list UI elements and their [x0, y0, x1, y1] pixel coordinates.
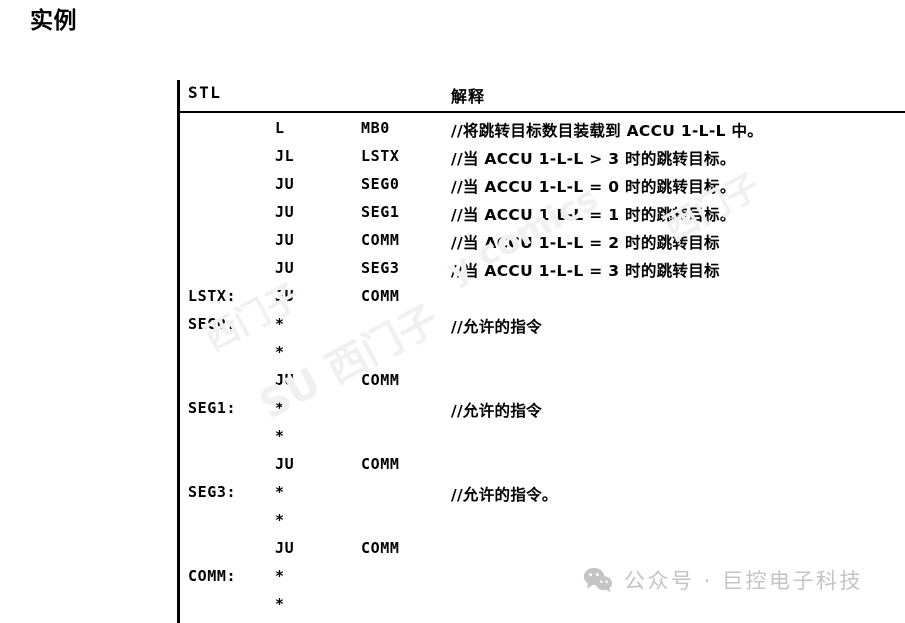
cell-comment: //当 ACCU 1-L-L = 1 时的跳转目标。: [451, 206, 736, 224]
table-row: *: [180, 341, 905, 369]
cell-operation: *: [275, 511, 285, 529]
table-row: LSTX: JU COMM: [180, 285, 905, 313]
cell-operand: MB0: [361, 119, 390, 137]
table-row: JU SEG1 //当 ACCU 1-L-L = 1 时的跳转目标。: [180, 201, 905, 229]
table-row: SEG1: * //允许的指令: [180, 397, 905, 425]
table-row: *: [180, 593, 905, 621]
cell-operation: JU: [275, 231, 295, 249]
cell-operation: JU: [275, 287, 295, 305]
table-row: JU COMM: [180, 453, 905, 481]
cell-comment: //将跳转目标数目装载到 ACCU 1-L-L 中。: [451, 122, 764, 140]
table-row: JU SEG0 //当 ACCU 1-L-L = 0 时的跳转目标。: [180, 173, 905, 201]
cell-operand: SEG0: [361, 175, 400, 193]
table-row: JU COMM: [180, 537, 905, 565]
cell-operand: SEG3: [361, 259, 400, 277]
cell-comment: //当 ACCU 1-L-L = 0 时的跳转目标。: [451, 178, 736, 196]
cell-operation: *: [275, 343, 285, 361]
document-page: 实例 STL 解释 L MB0 //将跳转目标数目装载到 ACCU 1-L-L 中。…: [0, 0, 905, 623]
table-row: L MB0 //将跳转目标数目装载到 ACCU 1-L-L 中。: [180, 117, 905, 145]
cell-operation: *: [275, 483, 285, 501]
cell-operation: JU: [275, 203, 295, 221]
column-header-description: 解释: [451, 87, 486, 106]
cell-comment: //当 ACCU 1-L-L = 3 时的跳转目标: [451, 262, 720, 280]
cell-operation: JU: [275, 371, 295, 389]
cell-operation: *: [275, 315, 285, 333]
cell-comment: //允许的指令: [451, 318, 542, 336]
cell-operation: *: [275, 595, 285, 613]
cell-comment: //允许的指令。: [451, 486, 558, 504]
cell-label: COMM:: [188, 567, 237, 585]
cell-operation: JL: [275, 147, 295, 165]
column-header-stl: STL: [188, 83, 222, 102]
cell-label: SEG0:: [188, 315, 237, 333]
cell-operation: *: [275, 399, 285, 417]
cell-operation: JU: [275, 259, 295, 277]
cell-operation: *: [275, 567, 285, 585]
table-row: JU COMM //当 ACCU 1-L-L = 2 时的跳转目标: [180, 229, 905, 257]
table-row: SEG0: * //允许的指令: [180, 313, 905, 341]
page-title: 实例: [30, 8, 77, 34]
cell-operand: LSTX: [361, 147, 400, 165]
cell-label: SEG3:: [188, 483, 237, 501]
cell-label: LSTX:: [188, 287, 237, 305]
table-row: JU SEG3 //当 ACCU 1-L-L = 3 时的跳转目标: [180, 257, 905, 285]
cell-operation: *: [275, 427, 285, 445]
cell-operation: JU: [275, 455, 295, 473]
footer-brand-text: 公众号 · 巨控电子科技: [624, 569, 864, 593]
cell-operation: JU: [275, 175, 295, 193]
cell-operand: COMM: [361, 287, 400, 305]
cell-operation: L: [275, 119, 285, 137]
cell-operand: COMM: [361, 539, 400, 557]
table-row: JU COMM: [180, 369, 905, 397]
cell-comment: //允许的指令: [451, 402, 542, 420]
cell-operand: COMM: [361, 455, 400, 473]
table-row: SEG3: * //允许的指令。: [180, 481, 905, 509]
table-header-row: STL 解释: [180, 80, 905, 113]
cell-operand: COMM: [361, 231, 400, 249]
table-row: JL LSTX //当 ACCU 1-L-L > 3 时的跳转目标。: [180, 145, 905, 173]
table-body: L MB0 //将跳转目标数目装载到 ACCU 1-L-L 中。 JL LSTX //当 …: [180, 113, 905, 621]
stl-code-table: STL 解释 L MB0//将跳转目标数目装载到 ACCU 1-L-L 中。 JL L…: [177, 80, 905, 623]
table-row: *: [180, 509, 905, 537]
footer-brand: 公众号 · 巨控电子科技: [583, 565, 863, 595]
cell-operand: COMM: [361, 371, 400, 389]
cell-label: SEG1:: [188, 399, 237, 417]
cell-operation: JU: [275, 539, 295, 557]
cell-comment: //当 ACCU 1-L-L > 3 时的跳转目标。: [451, 150, 736, 168]
table-row: *: [180, 425, 905, 453]
cell-operand: SEG1: [361, 203, 400, 221]
cell-comment: //当 ACCU 1-L-L = 2 时的跳转目标: [451, 234, 720, 252]
wechat-icon: [583, 567, 613, 593]
